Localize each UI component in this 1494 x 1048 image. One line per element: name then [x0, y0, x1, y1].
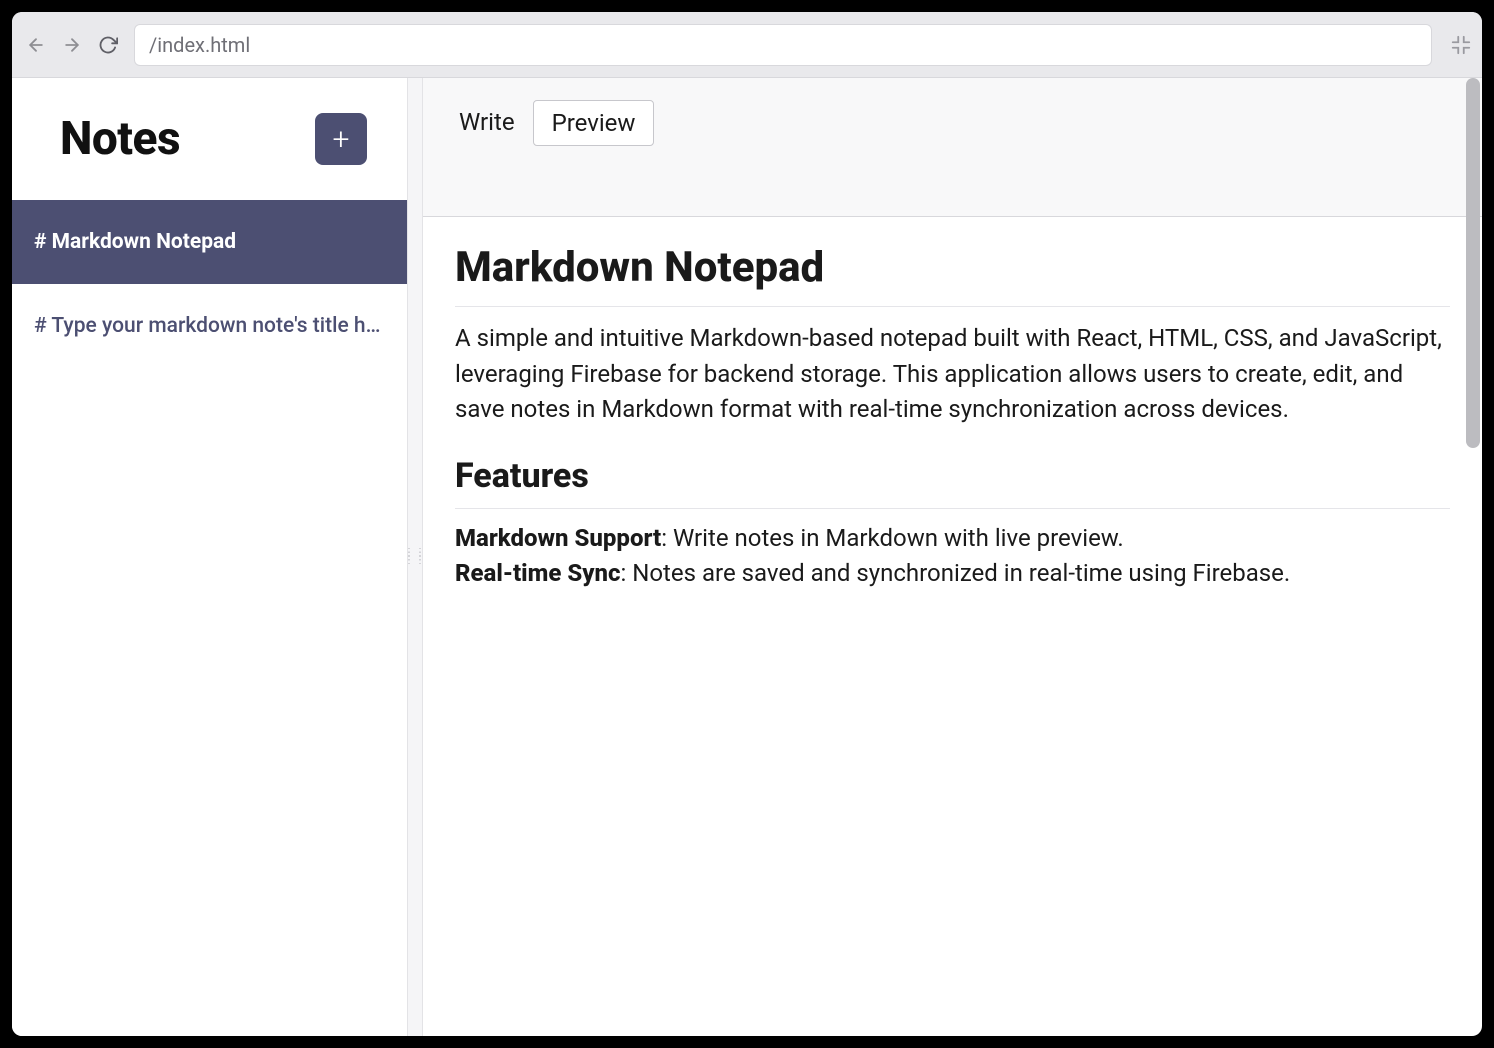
sidebar: Notes + # Markdown Notepad # Type your m…: [12, 78, 407, 1036]
url-bar[interactable]: /index.html: [134, 24, 1432, 66]
tab-write[interactable]: Write: [441, 100, 533, 144]
preview-h1: Markdown Notepad: [455, 243, 1450, 307]
split-gutter[interactable]: ⋮⋮⋮⋮⋮⋮: [407, 78, 423, 1036]
arrow-right-icon: [62, 35, 82, 55]
nav-back-button[interactable]: [22, 31, 50, 59]
nav-reload-button[interactable]: [94, 31, 122, 59]
arrow-left-icon: [26, 35, 46, 55]
url-text: /index.html: [149, 33, 250, 57]
preview-h2: Features: [455, 456, 1450, 509]
tab-label: Preview: [552, 109, 636, 137]
scrollbar[interactable]: [1466, 78, 1480, 448]
sidebar-header: Notes +: [12, 78, 407, 200]
add-note-button[interactable]: +: [315, 113, 367, 165]
tab-label: Write: [459, 108, 515, 136]
preview-intro: A simple and intuitive Markdown-based no…: [455, 321, 1450, 428]
feature2-rest: : Notes are saved and synchronized in re…: [620, 559, 1290, 587]
browser-toolbar: /index.html: [12, 12, 1482, 78]
feature2-bold: Real-time Sync: [455, 559, 620, 587]
editor-tabs: Write Preview: [423, 78, 1482, 217]
nav-forward-button[interactable]: [58, 31, 86, 59]
app-window: /index.html Notes + # Markdown Notepad: [12, 12, 1482, 1036]
note-item-1[interactable]: # Type your markdown note's title here: [12, 284, 407, 368]
tab-preview[interactable]: Preview: [533, 100, 655, 146]
preview-pane: Markdown Notepad A simple and intuitive …: [423, 217, 1482, 1036]
note-item-label: # Type your markdown note's title here: [34, 314, 395, 338]
content-area: Notes + # Markdown Notepad # Type your m…: [12, 78, 1482, 1036]
note-item-0[interactable]: # Markdown Notepad: [12, 200, 407, 284]
feature1-rest: : Write notes in Markdown with live prev…: [661, 524, 1124, 552]
reload-icon: [98, 35, 118, 55]
minimize-icon: [1450, 34, 1472, 56]
preview-features: Markdown Support: Write notes in Markdow…: [455, 521, 1450, 592]
feature1-bold: Markdown Support: [455, 524, 661, 552]
collapse-button[interactable]: [1450, 34, 1472, 56]
editor-panel: Write Preview Markdown Notepad A simple …: [423, 78, 1482, 1036]
sidebar-title: Notes: [60, 112, 180, 166]
note-item-label: # Markdown Notepad: [34, 230, 236, 254]
plus-icon: +: [333, 122, 350, 157]
